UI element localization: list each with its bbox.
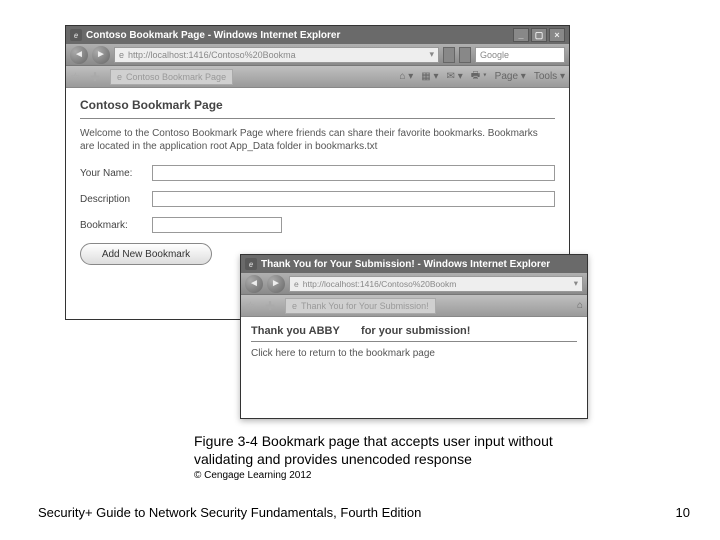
- main-titlebar: e Contoso Bookmark Page - Windows Intern…: [66, 26, 569, 44]
- minimize-button[interactable]: _: [513, 28, 529, 42]
- address-bar[interactable]: e http://localhost:1416/Contoso%20Bookma…: [114, 47, 439, 63]
- return-link[interactable]: Click here to return to the bookmark pag…: [251, 348, 577, 359]
- main-tabbar: ☆ ✚ e Contoso Bookmark Page ⌂ ▾ ▦ ▾ ✉ ▾ …: [66, 66, 569, 88]
- add-favorites-icon[interactable]: ✚: [90, 70, 104, 84]
- popup-url-text: http://localhost:1416/Contoso%20Bookm: [303, 279, 457, 289]
- main-navbar: ◄ ► e http://localhost:1416/Contoso%20Bo…: [66, 44, 569, 66]
- favorites-star-icon[interactable]: ☆: [245, 299, 259, 313]
- favorites-star-icon[interactable]: ☆: [70, 70, 84, 84]
- add-bookmark-label: Add New Bookmark: [102, 249, 190, 260]
- name-label: Your Name:: [80, 168, 152, 179]
- tab-page-icon: e: [292, 301, 297, 311]
- name-input[interactable]: [152, 165, 555, 181]
- popup-tab-title: Thank You for Your Submission!: [301, 301, 429, 311]
- intro-text: Welcome to the Contoso Bookmark Page whe…: [80, 127, 555, 153]
- divider: [251, 341, 577, 342]
- popup-address-bar[interactable]: e http://localhost:1416/Contoso%20Bookm …: [289, 276, 583, 292]
- thank-you-line: Thank you ABBY for your submission!: [251, 325, 577, 337]
- thank-prefix: Thank you ABBY: [251, 325, 340, 337]
- popup-tabbar: ☆ ✚ e Thank You for Your Submission! ⌂: [241, 295, 587, 317]
- refresh-button[interactable]: [443, 47, 455, 63]
- main-content: Contoso Bookmark Page Welcome to the Con…: [66, 88, 569, 275]
- tab-title: Contoso Bookmark Page: [126, 72, 226, 82]
- search-placeholder: Google: [480, 50, 509, 60]
- stop-button[interactable]: [459, 47, 471, 63]
- mail-icon[interactable]: ✉ ▾: [447, 71, 463, 82]
- description-label: Description: [80, 194, 152, 205]
- dropdown-icon[interactable]: ▾: [574, 278, 578, 289]
- print-icon[interactable]: 🖶 ▾: [471, 68, 487, 85]
- description-input[interactable]: [152, 191, 555, 207]
- tab-page-icon: e: [117, 72, 122, 82]
- ie-icon: e: [70, 29, 82, 41]
- page-icon: e: [119, 50, 124, 60]
- home-icon[interactable]: ⌂ ▾: [399, 71, 413, 82]
- main-window-title: Contoso Bookmark Page - Windows Internet…: [86, 30, 340, 41]
- popup-forward-button[interactable]: ►: [267, 275, 285, 293]
- divider: [80, 118, 555, 119]
- thank-suffix: for your submission!: [361, 325, 470, 337]
- ie-icon: e: [245, 258, 257, 270]
- tools-menu[interactable]: Tools ▾: [534, 71, 565, 82]
- popup-content: Thank you ABBY for your submission! Clic…: [241, 317, 587, 367]
- close-button[interactable]: ×: [549, 28, 565, 42]
- page-icon: e: [294, 279, 299, 289]
- add-bookmark-button[interactable]: Add New Bookmark: [80, 243, 212, 265]
- popup-navbar: ◄ ► e http://localhost:1416/Contoso%20Bo…: [241, 273, 587, 295]
- popup-browser-tab[interactable]: e Thank You for Your Submission!: [285, 298, 436, 314]
- browser-tab[interactable]: e Contoso Bookmark Page: [110, 69, 233, 85]
- bookmark-label: Bookmark:: [80, 220, 152, 231]
- back-button[interactable]: ◄: [70, 46, 88, 64]
- maximize-button[interactable]: ▢: [531, 28, 547, 42]
- footer-text: Security+ Guide to Network Security Fund…: [38, 505, 421, 520]
- popup-browser-window: e Thank You for Your Submission! - Windo…: [240, 254, 588, 419]
- search-box[interactable]: Google: [475, 47, 565, 63]
- page-heading: Contoso Bookmark Page: [80, 98, 555, 112]
- forward-button[interactable]: ►: [92, 46, 110, 64]
- popup-window-title: Thank You for Your Submission! - Windows…: [261, 259, 550, 270]
- popup-titlebar: e Thank You for Your Submission! - Windo…: [241, 255, 587, 273]
- figure-caption: Figure 3-4 Bookmark page that accepts us…: [194, 432, 564, 468]
- page-menu[interactable]: Page ▾: [495, 71, 526, 82]
- bookmark-input[interactable]: [152, 217, 282, 233]
- home-icon[interactable]: ⌂: [577, 300, 583, 311]
- url-text: http://localhost:1416/Contoso%20Bookma: [128, 50, 296, 60]
- dropdown-icon[interactable]: ▾: [429, 49, 434, 60]
- copyright-text: © Cengage Learning 2012: [194, 470, 311, 481]
- feeds-icon[interactable]: ▦ ▾: [421, 71, 438, 82]
- page-number: 10: [676, 505, 690, 520]
- add-favorites-icon[interactable]: ✚: [265, 299, 279, 313]
- popup-back-button[interactable]: ◄: [245, 275, 263, 293]
